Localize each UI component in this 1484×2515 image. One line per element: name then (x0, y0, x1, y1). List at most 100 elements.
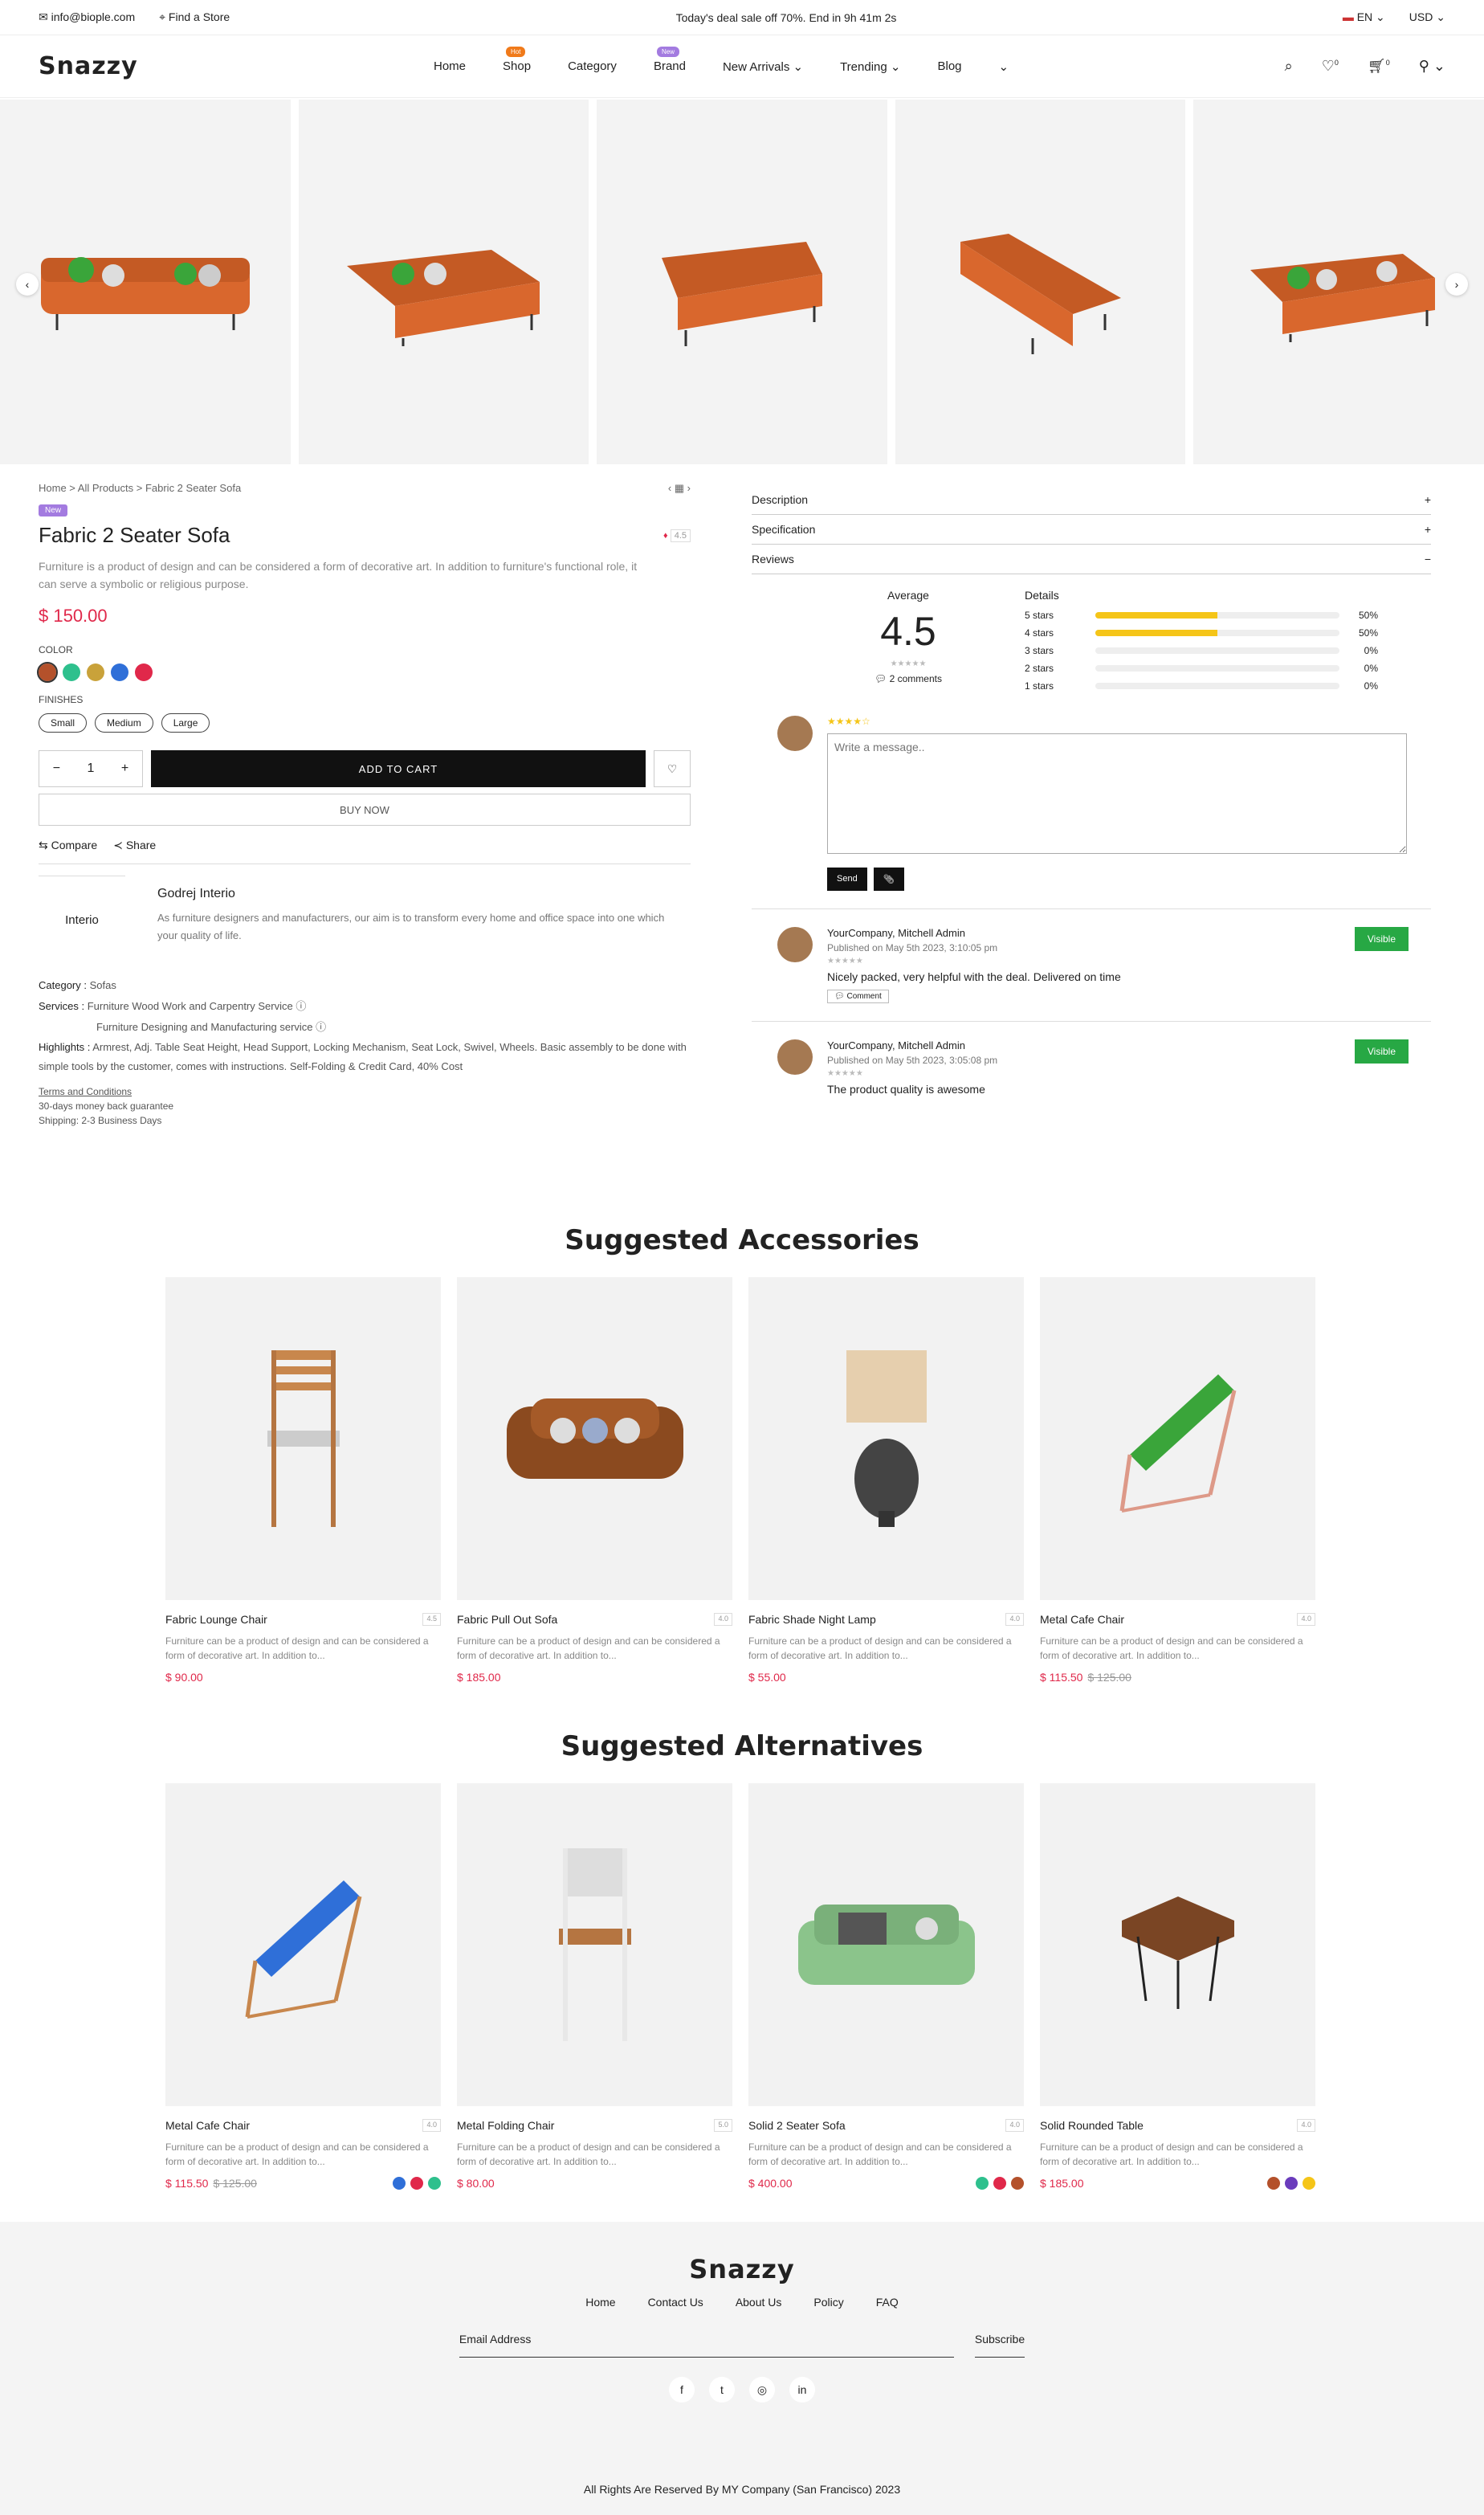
product-name[interactable]: Metal Cafe Chair (165, 2119, 250, 2132)
send-button[interactable]: Send (827, 868, 867, 891)
size-large[interactable]: Large (161, 713, 210, 733)
footer-link-policy[interactable]: Policy (813, 2296, 843, 2309)
star-rating-input-icon[interactable]: ★★★★☆ (827, 716, 1407, 727)
product-image[interactable] (748, 1783, 1024, 2106)
compare-link[interactable]: ⇆ Compare (39, 839, 97, 852)
gallery-image[interactable] (298, 100, 589, 464)
product-image[interactable] (1040, 1277, 1315, 1600)
gallery-image[interactable] (1193, 100, 1484, 464)
wishlist-button-icon[interactable]: ♡ (654, 750, 691, 787)
minus-icon[interactable]: − (53, 761, 60, 776)
menu-blog[interactable]: Blog (937, 59, 961, 74)
color-swatch[interactable] (63, 663, 80, 681)
gallery-image[interactable] (597, 100, 887, 464)
footer-link-faq[interactable]: FAQ (876, 2296, 899, 2309)
product-image[interactable] (457, 1783, 732, 2106)
size-small[interactable]: Small (39, 713, 88, 733)
footer-link-home[interactable]: Home (585, 2296, 615, 2309)
gallery-image[interactable] (895, 100, 1186, 464)
twitter-icon[interactable]: t (709, 2377, 735, 2403)
heart-icon[interactable]: ♦ (663, 531, 668, 541)
product-name[interactable]: Solid Rounded Table (1040, 2119, 1144, 2132)
color-swatch[interactable] (135, 663, 153, 681)
gallery-image[interactable] (0, 100, 291, 464)
info-icon[interactable]: ⓘ (316, 1021, 326, 1033)
color-dot[interactable] (1011, 2177, 1024, 2190)
currency-selector[interactable]: USD ⌄ (1409, 10, 1445, 24)
product-card[interactable]: Solid Rounded Table 4.0 Furniture can be a… (1040, 1783, 1315, 2190)
product-name[interactable]: Solid 2 Seater Sofa (748, 2119, 846, 2132)
quantity-value[interactable]: 1 (88, 761, 95, 776)
attach-icon[interactable]: 📎︎ (873, 868, 904, 891)
menu-trending[interactable]: Trending ⌄ (840, 59, 900, 74)
share-link[interactable]: ≺ Share (113, 839, 156, 852)
category-value[interactable]: Sofas (90, 979, 116, 991)
gallery-prev-arrow-icon[interactable]: ‹ (16, 273, 39, 296)
product-card[interactable]: Metal Cafe Chair 4.0 Furniture can be a pr… (165, 1783, 441, 2190)
product-card[interactable]: Metal Cafe Chair 4.0 Furniture can be a pr… (1040, 1277, 1315, 1684)
color-dot[interactable] (976, 2177, 989, 2190)
facebook-icon[interactable]: f (669, 2377, 695, 2403)
product-image[interactable] (1040, 1783, 1315, 2106)
visible-button[interactable]: Visible (1354, 1039, 1409, 1064)
product-name[interactable]: Fabric Pull Out Sofa (457, 1613, 557, 1626)
product-name[interactable]: Fabric Shade Night Lamp (748, 1613, 876, 1626)
comment-button[interactable]: 💬︎ Comment (827, 990, 889, 1003)
product-card[interactable]: Fabric Pull Out Sofa 4.0 Furniture can be … (457, 1277, 732, 1684)
color-dot[interactable] (428, 2177, 441, 2190)
color-swatch[interactable] (87, 663, 104, 681)
product-name[interactable]: Metal Folding Chair (457, 2119, 554, 2132)
product-card[interactable]: Metal Folding Chair 5.0 Furniture can be a… (457, 1783, 732, 2190)
plus-icon[interactable]: + (121, 761, 128, 776)
user-icon[interactable]: ⚲ ⌄ (1419, 58, 1445, 75)
footer-link-contact[interactable]: Contact Us (648, 2296, 703, 2309)
breadcrumb-text[interactable]: Home > All Products > Fabric 2 Seater So… (39, 482, 241, 495)
instagram-icon[interactable]: ◎ (749, 2377, 775, 2403)
quantity-stepper[interactable]: − 1 + (39, 750, 143, 787)
buy-now-button[interactable]: BUY NOW (39, 794, 691, 826)
menu-shop[interactable]: Hot Shop (503, 47, 531, 74)
email-link[interactable]: ✉ info@biople.com (39, 10, 135, 24)
product-name[interactable]: Metal Cafe Chair (1040, 1613, 1124, 1626)
email-input[interactable]: Email Address (459, 2333, 954, 2358)
footer-logo[interactable]: Snazzy (0, 2254, 1484, 2284)
size-medium[interactable]: Medium (95, 713, 153, 733)
product-name[interactable]: Fabric Lounge Chair (165, 1613, 267, 1626)
wishlist-icon[interactable]: ♡0 (1322, 58, 1339, 75)
tab-specification[interactable]: Specification + (752, 515, 1431, 545)
product-card[interactable]: Solid 2 Seater Sofa 4.0 Furniture can be a… (748, 1783, 1024, 2190)
pager-icon[interactable]: ‹ ▦ › (668, 482, 691, 495)
product-image[interactable] (165, 1783, 441, 2106)
color-swatch[interactable] (37, 662, 58, 683)
menu-category[interactable]: Category (568, 59, 617, 74)
color-dot[interactable] (993, 2177, 1006, 2190)
menu-home[interactable]: Home (434, 59, 466, 74)
cart-icon[interactable]: 🛒︎0 (1368, 58, 1390, 75)
menu-new-arrivals[interactable]: New Arrivals ⌄ (723, 59, 803, 74)
visible-button[interactable]: Visible (1354, 927, 1409, 951)
product-image[interactable] (165, 1277, 441, 1600)
review-message-input[interactable] (827, 733, 1407, 854)
add-to-cart-button[interactable]: ADD TO CART (151, 750, 646, 787)
color-dot[interactable] (1285, 2177, 1298, 2190)
menu-brand[interactable]: New Brand (654, 47, 686, 74)
product-card[interactable]: Fabric Shade Night Lamp 4.0 Furniture can … (748, 1277, 1024, 1684)
product-image[interactable] (457, 1277, 732, 1600)
linkedin-icon[interactable]: in (789, 2377, 815, 2403)
product-card[interactable]: Fabric Lounge Chair 4.5 Furniture can be a… (165, 1277, 441, 1684)
color-dot[interactable] (1303, 2177, 1315, 2190)
store-link[interactable]: ⌖ Find a Store (159, 10, 230, 24)
terms-link[interactable]: Terms and Conditions (39, 1084, 691, 1099)
more-menu-chevron-icon[interactable]: ⌄ (999, 59, 1009, 74)
color-dot[interactable] (1267, 2177, 1280, 2190)
brand-logo[interactable]: Interio (39, 876, 125, 964)
logo[interactable]: Snazzy (39, 52, 138, 80)
color-swatch[interactable] (111, 663, 128, 681)
language-selector[interactable]: ▬ EN ⌄ (1343, 10, 1385, 24)
product-image[interactable] (748, 1277, 1024, 1600)
footer-link-about[interactable]: About Us (736, 2296, 782, 2309)
subscribe-button[interactable]: Subscribe (974, 2333, 1025, 2358)
info-icon[interactable]: ⓘ (296, 1000, 306, 1012)
tab-description[interactable]: Description + (752, 485, 1431, 515)
color-dot[interactable] (393, 2177, 406, 2190)
